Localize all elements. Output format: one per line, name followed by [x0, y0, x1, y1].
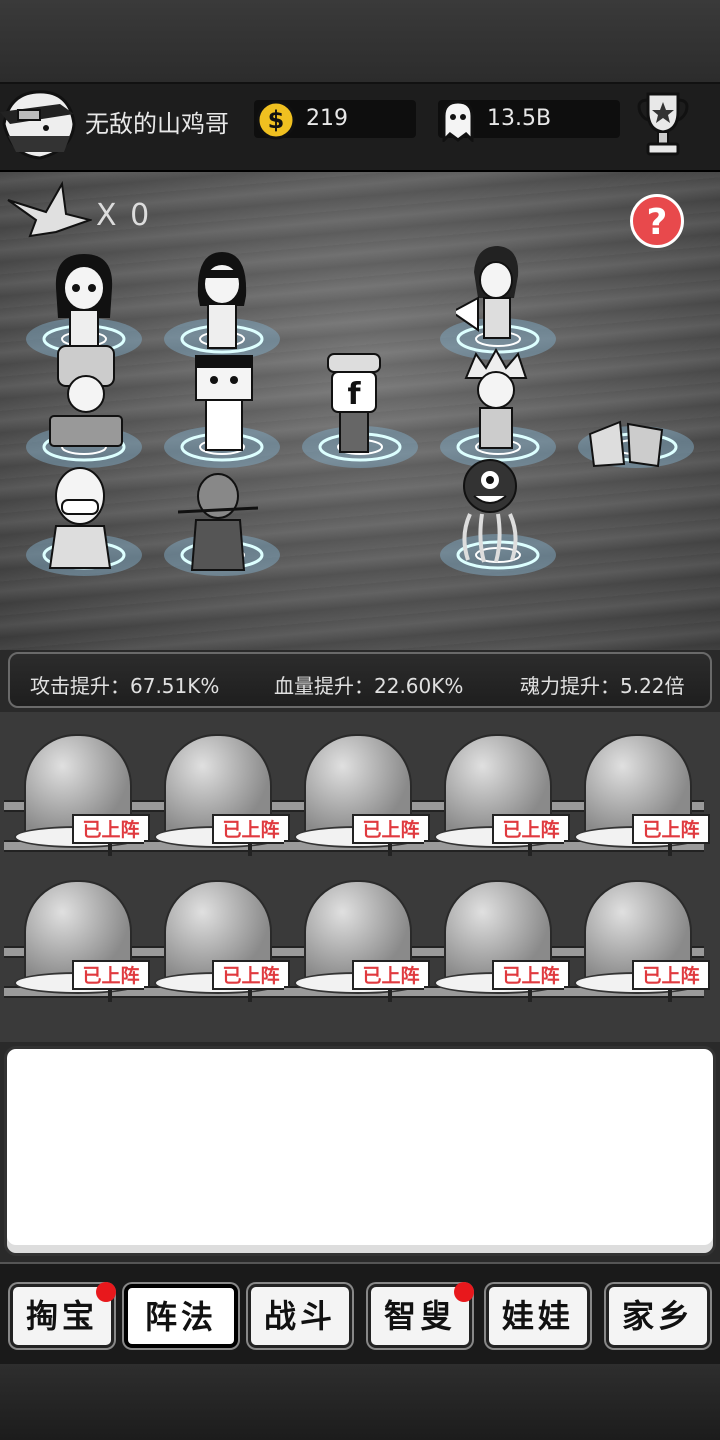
paper-crane-icon — [7, 180, 92, 238]
deployed-sign: 已上阵 — [72, 960, 150, 990]
nav-tab-formation[interactable]: 阵法 — [124, 1284, 238, 1348]
deployed-sign: 已上阵 — [492, 814, 570, 844]
coin-icon: $ — [256, 100, 296, 140]
sign-post — [248, 842, 252, 856]
roster-slot[interactable]: 已上阵 — [4, 720, 150, 865]
roster-slot[interactable]: 已上阵 — [284, 866, 430, 1011]
roster-slot[interactable]: 已上阵 — [4, 866, 150, 1011]
hero-roster: 已上阵 已上阵 已上阵 已上阵 已上阵 已上阵 已上阵 已上阵 已上阵 已上阵 — [0, 712, 720, 1042]
nav-tab-dolls[interactable]: 娃娃 — [486, 1284, 590, 1348]
roster-slot[interactable]: 已上阵 — [144, 866, 290, 1011]
ninja-avatar-icon[interactable] — [0, 84, 78, 164]
help-button[interactable]: ? — [630, 194, 684, 248]
deployed-sign: 已上阵 — [212, 814, 290, 844]
bottom-band — [0, 1364, 720, 1440]
deployed-sign: 已上阵 — [632, 960, 710, 990]
sign-post — [528, 842, 532, 856]
deployed-sign: 已上阵 — [352, 960, 430, 990]
svg-text:$: $ — [268, 106, 285, 134]
broken-stone-item[interactable] — [586, 404, 666, 514]
roster-slot[interactable]: 已上阵 — [564, 866, 710, 1011]
crane-count: X 0 — [96, 198, 152, 233]
notification-dot — [454, 1282, 474, 1302]
hero-square-head[interactable] — [184, 352, 264, 462]
hero-fan-warrior[interactable] — [456, 242, 536, 352]
hero-facebook-head[interactable]: f — [314, 352, 394, 462]
roster-slot[interactable]: 已上阵 — [424, 866, 570, 1011]
soul-amount: 13.5B — [487, 106, 552, 131]
stats-bar: 攻击提升：67.51K% 血量提升：22.60K% 魂力提升：5.22倍 — [8, 652, 712, 708]
sign-post — [108, 988, 112, 1002]
hero-samurai[interactable] — [178, 462, 258, 572]
trophy-icon[interactable] — [636, 90, 690, 158]
roster-slot[interactable]: 已上阵 — [424, 720, 570, 865]
roster-slot[interactable]: 已上阵 — [284, 720, 430, 865]
soul-boost: 魂力提升：5.22倍 — [520, 674, 685, 698]
message-panel — [4, 1046, 716, 1256]
sign-post — [108, 842, 112, 856]
sign-post — [388, 988, 392, 1002]
deployed-sign: 已上阵 — [352, 814, 430, 844]
formation-battlefield[interactable]: f — [0, 172, 720, 650]
coin-amount: 219 — [306, 106, 348, 131]
nav-tab-hometown[interactable]: 家乡 — [606, 1284, 710, 1348]
hero-one-eye-monster[interactable] — [450, 456, 530, 566]
roster-slot[interactable]: 已上阵 — [144, 720, 290, 865]
hero-girl-long-hair[interactable] — [182, 246, 262, 356]
attack-boost: 攻击提升：67.51K% — [30, 674, 220, 698]
hero-robot-helmet-girl[interactable] — [46, 342, 126, 452]
roster-slot[interactable]: 已上阵 — [564, 720, 710, 865]
sign-post — [388, 842, 392, 856]
hero-white-hair-old-man[interactable] — [456, 348, 536, 458]
sign-post — [668, 988, 672, 1002]
sign-post — [248, 988, 252, 1002]
nav-tab-battle[interactable]: 战斗 — [248, 1284, 352, 1348]
deployed-sign: 已上阵 — [212, 960, 290, 990]
player-header: 无敌的山鸡哥 $ 219 13.5B — [0, 84, 720, 172]
deployed-sign: 已上阵 — [492, 960, 570, 990]
top-band — [0, 0, 720, 85]
svg-text:f: f — [347, 377, 361, 412]
deployed-sign: 已上阵 — [632, 814, 710, 844]
hero-big-teeth-monk[interactable] — [40, 460, 120, 570]
sign-post — [668, 842, 672, 856]
ghost-icon — [442, 100, 474, 142]
notification-dot — [96, 1282, 116, 1302]
sign-post — [528, 988, 532, 1002]
player-name: 无敌的山鸡哥 — [85, 110, 229, 138]
hp-boost: 血量提升：22.60K% — [274, 674, 464, 698]
deployed-sign: 已上阵 — [72, 814, 150, 844]
